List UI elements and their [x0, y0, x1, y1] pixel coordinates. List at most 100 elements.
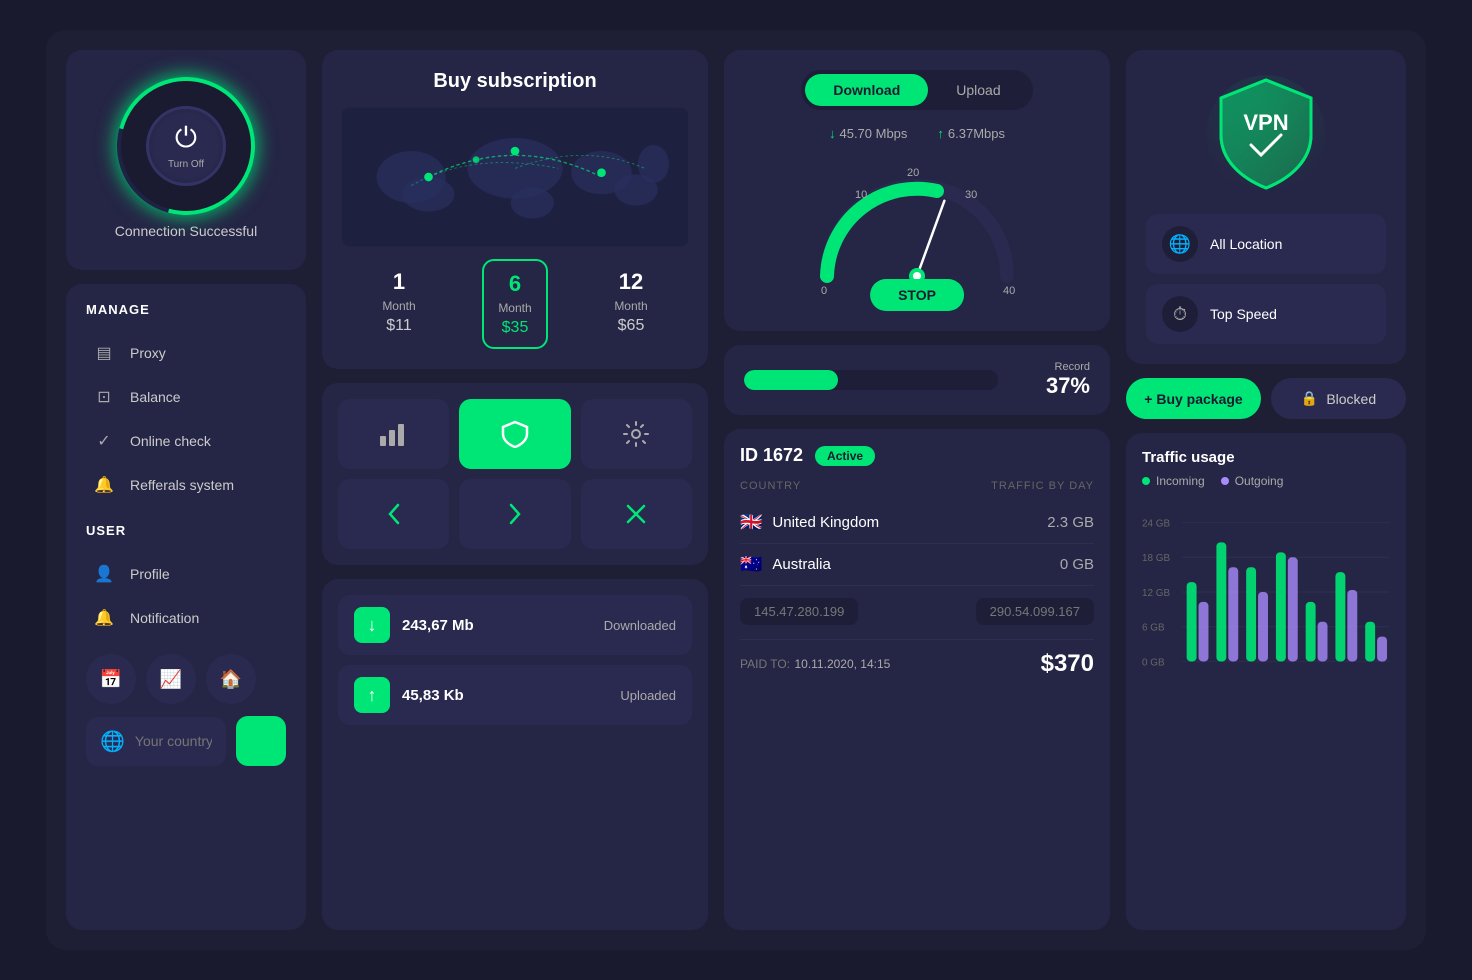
col-country: COUNTRY [740, 480, 801, 492]
forward-button[interactable] [459, 479, 570, 549]
ip1: 145.47.280.199 [740, 598, 858, 625]
vpn-shield: VPN [1201, 70, 1331, 200]
country-input-field[interactable]: 🌐 [86, 717, 226, 766]
controls-grid [338, 399, 692, 549]
stats-button[interactable] [338, 399, 449, 469]
blocked-button[interactable]: 🔒 Blocked [1271, 378, 1406, 419]
country-input-wrapper: 🌐 [86, 716, 286, 766]
buy-package-label: + Buy package [1144, 391, 1242, 407]
power-button[interactable]: ⏻ Turn Off [146, 106, 226, 186]
au-traffic: 0 GB [1060, 556, 1094, 573]
profile-icon: 👤 [90, 560, 118, 588]
buy-package-button[interactable]: + Buy package [1126, 378, 1261, 419]
world-map [342, 107, 688, 247]
download-speed: ↓ 45.70 Mbps [829, 126, 907, 141]
proxy-row-au: 🇦🇺 Australia 0 GB [740, 544, 1094, 586]
download-icon: ↓ [354, 607, 390, 643]
back-button[interactable] [338, 479, 449, 549]
sidebar-item-referrals[interactable]: 🔔 Refferals system [86, 463, 286, 507]
upload-icon: ↑ [354, 677, 390, 713]
balance-label: Balance [130, 389, 181, 405]
svg-text:10: 10 [855, 189, 867, 201]
plan-1month[interactable]: 1 Month $11 [368, 259, 429, 349]
sidebar-item-profile[interactable]: 👤 Profile [86, 552, 286, 596]
ip-row: 145.47.280.199 290.54.099.167 [740, 598, 1094, 625]
paid-label: PAID TO: [740, 657, 790, 671]
app-container: ⏻ Turn Off Connection Successful MANAGE … [46, 30, 1426, 950]
subscription-title: Buy subscription [342, 70, 688, 93]
online-check-label: Online check [130, 433, 211, 449]
connection-status: Connection Successful [115, 223, 257, 239]
paid-date: 10.11.2020, 14:15 [794, 657, 890, 671]
stop-button[interactable]: STOP [870, 279, 964, 311]
sidebar-item-notification[interactable]: 🔔 Notification [86, 596, 286, 640]
location-label: All Location [1210, 236, 1282, 252]
proxy-id: ID 1672 [740, 445, 803, 466]
subscription-plans: 1 Month $11 6 Month $35 12 Month $65 [342, 259, 688, 349]
svg-text:24 GB: 24 GB [1142, 519, 1170, 530]
paid-info: PAID TO: 10.11.2020, 14:15 [740, 655, 890, 673]
progress-bar-fill [744, 370, 838, 390]
chart-icon-btn[interactable]: 📈 [146, 654, 196, 704]
svg-text:6 GB: 6 GB [1142, 623, 1165, 634]
chart-legend: Incoming Outgoing [1142, 474, 1390, 488]
right-col: VPN 🌐 All Location ⏱ Top Speed + Buy pac [1126, 50, 1406, 930]
shield-svg: VPN [1201, 70, 1331, 200]
lock-icon: 🔒 [1301, 390, 1318, 407]
vpn-option-location[interactable]: 🌐 All Location [1146, 214, 1386, 274]
plan-12month[interactable]: 12 Month $65 [600, 259, 661, 349]
tab-upload[interactable]: Upload [928, 74, 1028, 106]
sidebar: ⏻ Turn Off Connection Successful MANAGE … [66, 50, 306, 930]
au-flag: 🇦🇺 [740, 554, 762, 575]
vpn-options: 🌐 All Location ⏱ Top Speed [1146, 214, 1386, 344]
country-input[interactable] [135, 733, 212, 749]
legend-incoming: Incoming [1142, 474, 1205, 488]
speed-values: ↓ 45.70 Mbps ↑ 6.37Mbps [744, 126, 1090, 141]
blocked-label: Blocked [1326, 391, 1376, 407]
profile-label: Profile [130, 566, 170, 582]
chart-title: Traffic usage [1142, 449, 1390, 466]
world-map-svg [342, 107, 688, 247]
controls-card [322, 383, 708, 565]
col-traffic: TRAFFIC BY DAY [991, 480, 1094, 492]
record-text: Record [1010, 361, 1090, 373]
proxy-header: ID 1672 Active [740, 445, 1094, 466]
upload-value: 45,83 Kb [402, 687, 464, 704]
proxy-country-uk: 🇬🇧 United Kingdom [740, 512, 879, 533]
plan-6month[interactable]: 6 Month $35 [482, 259, 547, 349]
vpn-option-speed[interactable]: ⏱ Top Speed [1146, 284, 1386, 344]
ip2: 290.54.099.167 [976, 598, 1094, 625]
proxy-label: Proxy [130, 345, 166, 361]
notification-icon: 🔔 [90, 604, 118, 632]
download-value: 243,67 Mb [402, 617, 474, 634]
location-icon: 🌐 [1162, 226, 1198, 262]
country-submit-button[interactable] [236, 716, 286, 766]
paid-amount: $370 [1041, 650, 1094, 678]
sidebar-item-online-check[interactable]: ✓ Online check [86, 419, 286, 463]
upload-speed: ↑ 6.37Mbps [937, 126, 1005, 141]
tab-download[interactable]: Download [805, 74, 928, 106]
settings-button[interactable] [581, 399, 692, 469]
download-label: Downloaded [604, 618, 676, 633]
traffic-card: ↓ 243,67 Mb Downloaded ↑ 45,83 Kb Upload… [322, 579, 708, 930]
speed-label: Top Speed [1210, 306, 1277, 322]
proxy-row-uk: 🇬🇧 United Kingdom 2.3 GB [740, 502, 1094, 544]
shield-button[interactable] [459, 399, 570, 469]
close-button[interactable] [581, 479, 692, 549]
speed-icon: ⏱ [1162, 296, 1198, 332]
calendar-icon-btn[interactable]: 📅 [86, 654, 136, 704]
au-country-name: Australia [772, 556, 830, 573]
power-icon: ⏻ [175, 122, 197, 155]
svg-text:20: 20 [907, 167, 919, 179]
sidebar-item-balance[interactable]: ⊡ Balance [86, 375, 286, 419]
sidebar-item-proxy[interactable]: ▤ Proxy [86, 331, 286, 375]
buy-blocked-row: + Buy package 🔒 Blocked [1126, 378, 1406, 419]
proxy-table-header: COUNTRY TRAFFIC BY DAY [740, 480, 1094, 492]
traffic-chart-svg: 24 GB 18 GB 12 GB 6 GB 0 GB [1142, 502, 1390, 682]
online-check-icon: ✓ [90, 427, 118, 455]
download-traffic: ↓ 243,67 Mb Downloaded [338, 595, 692, 655]
home-icon-btn[interactable]: 🏠 [206, 654, 256, 704]
manage-card: MANAGE ▤ Proxy ⊡ Balance ✓ Online check … [66, 284, 306, 930]
record-percent: 37% [1010, 373, 1090, 399]
svg-text:0: 0 [821, 285, 827, 297]
